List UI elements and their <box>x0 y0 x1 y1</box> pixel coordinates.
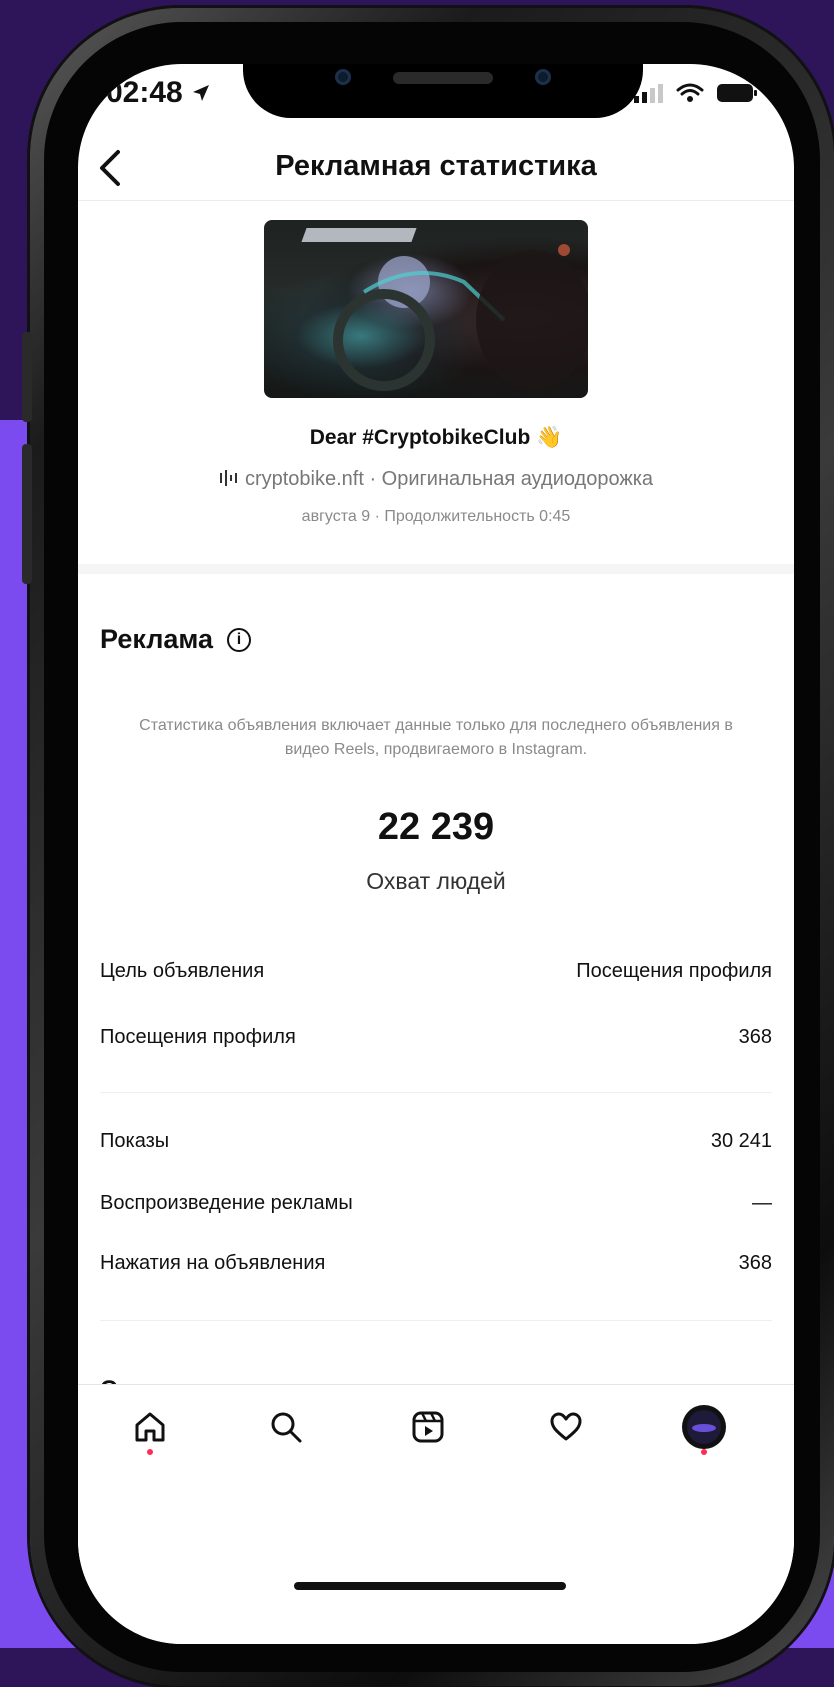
location-arrow-icon <box>193 85 210 101</box>
stat-label: Воспроизведение рекламы <box>100 1192 353 1214</box>
audio-wave-icon <box>219 470 237 486</box>
profile-avatar <box>682 1405 726 1449</box>
tab-search[interactable] <box>258 1399 314 1455</box>
phone-screen: 02:48 Рекламная статистика Dear #Cryptob… <box>78 64 794 1644</box>
post-title: Dear #CryptobikeClub 👋 <box>309 426 563 449</box>
stat-label: Цель объявления <box>100 960 265 982</box>
tab-profile[interactable] <box>676 1399 732 1455</box>
tab-bar <box>78 1384 794 1644</box>
bike-figure <box>333 244 588 391</box>
tab-reels[interactable] <box>400 1399 456 1455</box>
stat-value: 30 241 <box>710 1130 772 1152</box>
tab-home-indicator-dot <box>147 1449 153 1455</box>
home-indicator[interactable] <box>294 1582 566 1590</box>
search-icon <box>271 1412 302 1443</box>
speaker-grille <box>393 72 493 84</box>
tab-activity[interactable] <box>538 1399 594 1455</box>
stat-value: 368 <box>738 1252 772 1274</box>
heart-icon <box>550 1412 582 1441</box>
status-time: 02:48 <box>106 76 211 110</box>
side-button-volume-down <box>22 444 32 584</box>
status-icons <box>634 82 758 104</box>
side-button-volume-up <box>22 332 32 422</box>
reach-value: 22 239 <box>377 806 495 848</box>
stat-label: Посещения профиля <box>100 1026 296 1048</box>
stats-divider <box>100 1092 772 1093</box>
ads-disclaimer: Статистика объявления включает данные то… <box>139 717 733 758</box>
reels-icon <box>412 1411 444 1443</box>
notch <box>243 64 643 118</box>
stats-divider <box>100 1320 772 1321</box>
tab-home[interactable] <box>122 1399 178 1455</box>
stat-value: — <box>752 1192 772 1214</box>
battery-icon <box>717 84 757 102</box>
audio-label: cryptobike.nft · Оригинальная аудиодорож… <box>244 468 654 490</box>
home-icon <box>135 1412 165 1442</box>
stat-label: Нажатия на объявления <box>100 1252 326 1274</box>
stat-row-goal: Цель объявления Посещения профиля <box>100 960 772 983</box>
sensor-icon <box>535 69 551 85</box>
reach-label: Охват людей <box>366 868 506 894</box>
stat-row-clicks: Нажатия на объявления 368 <box>100 1252 772 1275</box>
tab-profile-indicator-dot <box>701 1449 707 1455</box>
stat-row-profile-visits: Посещения профиля 368 <box>100 1026 772 1049</box>
ads-section-header: Реклама i <box>100 624 251 655</box>
section-separator <box>78 564 794 574</box>
ads-section-title: Реклама <box>100 624 213 654</box>
post-meta: августа 9 · Продолжительность 0:45 <box>301 508 571 525</box>
info-icon[interactable]: i <box>227 627 251 652</box>
stat-label: Показы <box>100 1130 170 1152</box>
stat-row-impressions: Показы 30 241 <box>100 1130 772 1153</box>
stat-value: Посещения профиля <box>576 960 772 982</box>
stat-value: 368 <box>738 1026 772 1048</box>
reel-thumbnail[interactable] <box>264 220 588 398</box>
page-title: Рекламная статистика <box>275 150 597 182</box>
status-time-text: 02:48 <box>106 76 183 109</box>
camera-icon <box>335 69 351 85</box>
stat-row-playback: Воспроизведение рекламы — <box>100 1192 772 1215</box>
post-audio[interactable]: cryptobike.nft · Оригинальная аудиодорож… <box>78 468 794 491</box>
navigation-bar: Рекламная статистика <box>78 136 794 201</box>
wifi-icon <box>676 83 704 102</box>
